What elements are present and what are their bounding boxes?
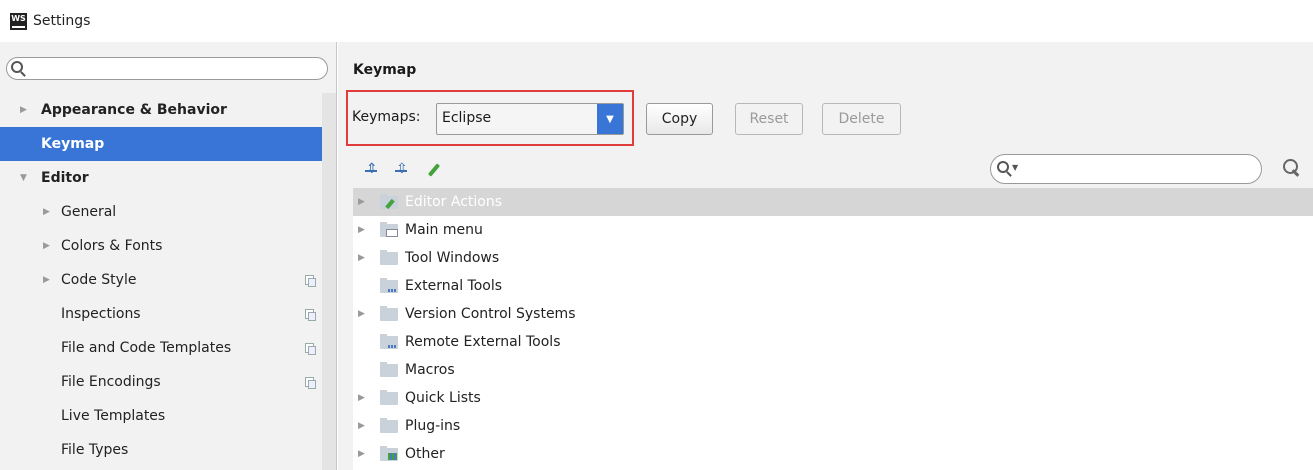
folder-icon bbox=[380, 250, 398, 265]
action-tree-row[interactable]: ▶ Quick Lists bbox=[353, 384, 1313, 412]
collapse-all-icon[interactable] bbox=[393, 161, 409, 179]
action-tree-label: Tool Windows bbox=[405, 250, 500, 266]
search-icon bbox=[11, 61, 23, 73]
folder-icon bbox=[380, 362, 398, 377]
action-tree-row[interactable]: Macros bbox=[353, 356, 1313, 384]
sidebar-item[interactable]: Inspections bbox=[0, 297, 322, 331]
sidebar-scrollbar[interactable] bbox=[322, 93, 336, 470]
sidebar-item[interactable]: ▶ Code Style bbox=[0, 263, 322, 297]
title-bar: WS Settings bbox=[0, 0, 1313, 42]
action-tree-label: Version Control Systems bbox=[405, 306, 576, 322]
sidebar-item-label: General bbox=[61, 204, 117, 220]
project-settings-icon bbox=[305, 377, 316, 389]
project-settings-icon bbox=[305, 309, 316, 321]
page-title: Keymap bbox=[353, 62, 417, 78]
action-tree-row[interactable]: ▶ Version Control Systems bbox=[353, 300, 1313, 328]
edit-shortcut-icon[interactable] bbox=[426, 163, 442, 179]
sidebar-item[interactable]: ▶ General bbox=[0, 195, 322, 229]
sidebar-item-label: Live Templates bbox=[61, 408, 166, 424]
external-tools-folder-icon bbox=[380, 278, 398, 293]
chevron-right-icon[interactable]: ▶ bbox=[358, 197, 365, 207]
reset-button[interactable]: Reset bbox=[735, 103, 803, 135]
action-tree-label: Plug-ins bbox=[405, 418, 461, 434]
action-tree-label: Editor Actions bbox=[405, 194, 503, 210]
sidebar-item[interactable]: Live Templates bbox=[0, 399, 322, 433]
action-tree-row[interactable]: ▶ Other bbox=[353, 440, 1313, 468]
window-title: Settings bbox=[33, 13, 91, 29]
sidebar-item-label: File Types bbox=[61, 442, 129, 458]
sidebar-item-label: File Encodings bbox=[61, 374, 161, 390]
app-logo-icon: WS bbox=[10, 12, 27, 30]
main-menu-folder-icon bbox=[380, 222, 398, 237]
action-tree-label: Macros bbox=[405, 362, 455, 378]
sidebar-item[interactable]: File Types bbox=[0, 433, 322, 467]
chevron-right-icon[interactable]: ▶ bbox=[358, 449, 365, 459]
action-tree-row[interactable]: External Tools bbox=[353, 272, 1313, 300]
keymap-select[interactable]: Eclipse ▼ bbox=[436, 103, 624, 135]
sidebar-item[interactable]: ▼ Editor bbox=[0, 161, 322, 195]
chevron-right-icon[interactable]: ▶ bbox=[43, 241, 50, 251]
keymap-panel: Keymap Keymaps: Eclipse ▼ Copy Reset Del… bbox=[338, 42, 1313, 470]
settings-search-box[interactable] bbox=[6, 57, 328, 80]
action-tree-row[interactable]: ▶ Editor Actions bbox=[353, 188, 1313, 216]
settings-sidebar: ▶ Appearance & Behavior Keymap ▼ Editor ▶ Gene… bbox=[0, 42, 337, 470]
chevron-right-icon[interactable]: ▶ bbox=[358, 309, 365, 319]
sidebar-item[interactable]: Keymap bbox=[0, 127, 322, 161]
search-history-icon[interactable]: ▼ bbox=[1012, 163, 1018, 172]
action-tree: ▶ Editor Actions ▶ Main menu ▶ Tool Windows Ex… bbox=[353, 188, 1313, 470]
sidebar-item-label: File and Code Templates bbox=[61, 340, 232, 356]
action-tree-row[interactable]: ▶ Tool Windows bbox=[353, 244, 1313, 272]
settings-tree: ▶ Appearance & Behavior Keymap ▼ Editor ▶ Gene… bbox=[0, 93, 322, 467]
action-tree-row[interactable]: ▶ Plug-ins bbox=[353, 412, 1313, 440]
search-icon bbox=[997, 161, 1009, 173]
chevron-right-icon[interactable]: ▶ bbox=[358, 421, 365, 431]
action-tree-label: External Tools bbox=[405, 278, 503, 294]
chevron-right-icon[interactable]: ▶ bbox=[43, 275, 50, 285]
copy-button[interactable]: Copy bbox=[646, 103, 713, 135]
sidebar-item-label: Colors & Fonts bbox=[61, 238, 163, 254]
delete-button[interactable]: Delete bbox=[822, 103, 901, 135]
sidebar-item[interactable]: ▶ Appearance & Behavior bbox=[0, 93, 322, 127]
action-tree-row[interactable]: ▶ Main menu bbox=[353, 216, 1313, 244]
settings-search-input[interactable] bbox=[29, 59, 321, 78]
folder-icon bbox=[380, 306, 398, 321]
action-tree-label: Main menu bbox=[405, 222, 483, 238]
project-settings-icon bbox=[305, 343, 316, 355]
action-tree-label: Remote External Tools bbox=[405, 334, 561, 350]
action-tree-label: Other bbox=[405, 446, 445, 462]
project-settings-icon bbox=[305, 275, 316, 287]
chevron-right-icon[interactable]: ▶ bbox=[358, 225, 365, 235]
external-tools-folder-icon bbox=[380, 334, 398, 349]
chevron-right-icon[interactable]: ▶ bbox=[43, 207, 50, 217]
chevron-right-icon[interactable]: ▶ bbox=[20, 105, 27, 115]
folder-icon bbox=[380, 418, 398, 433]
sidebar-item-label: Appearance & Behavior bbox=[41, 102, 227, 118]
folder-icon bbox=[380, 390, 398, 405]
sidebar-item[interactable]: File Encodings bbox=[0, 365, 322, 399]
editor-actions-folder-icon bbox=[380, 194, 398, 209]
action-tree-label: Quick Lists bbox=[405, 390, 481, 406]
sidebar-item-label: Inspections bbox=[61, 306, 141, 322]
chevron-right-icon[interactable]: ▶ bbox=[358, 253, 365, 263]
action-filter-box[interactable]: ▼ bbox=[990, 154, 1262, 184]
action-tree-row[interactable]: Remote External Tools bbox=[353, 328, 1313, 356]
expand-all-icon[interactable] bbox=[363, 161, 379, 179]
keymap-select-value: Eclipse bbox=[442, 110, 492, 126]
sidebar-item[interactable]: ▶ Colors & Fonts bbox=[0, 229, 322, 263]
sidebar-item-label: Keymap bbox=[41, 136, 105, 152]
chevron-down-icon[interactable]: ▼ bbox=[20, 173, 27, 183]
sidebar-item-label: Code Style bbox=[61, 272, 137, 288]
keymaps-label: Keymaps: bbox=[352, 109, 421, 125]
find-by-shortcut-icon[interactable] bbox=[1282, 158, 1302, 178]
sidebar-item[interactable]: File and Code Templates bbox=[0, 331, 322, 365]
chevron-right-icon[interactable]: ▶ bbox=[358, 393, 365, 403]
other-folder-icon bbox=[380, 446, 398, 461]
action-filter-input[interactable] bbox=[1023, 159, 1253, 179]
dropdown-arrow-icon[interactable]: ▼ bbox=[597, 104, 623, 134]
sidebar-item-label: Editor bbox=[41, 170, 89, 186]
